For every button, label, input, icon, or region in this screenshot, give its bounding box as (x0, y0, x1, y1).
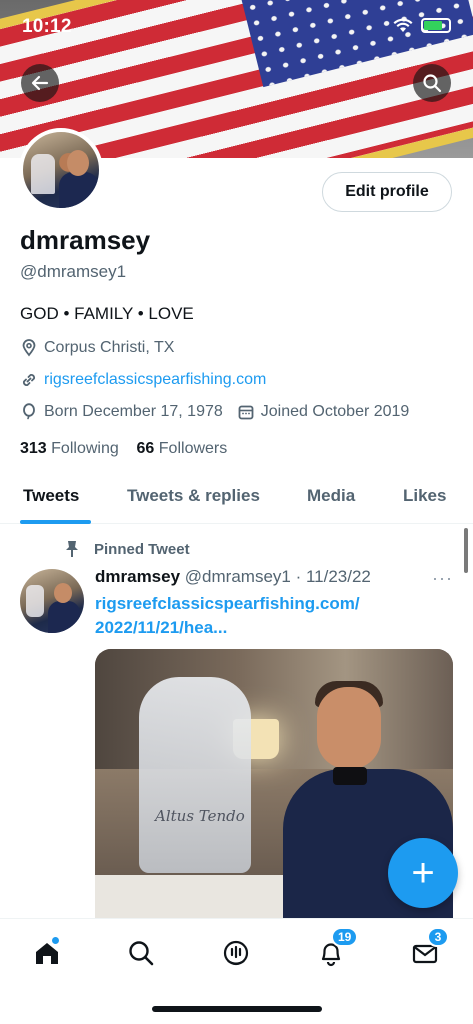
profile-avatar[interactable] (19, 128, 103, 212)
link-icon (23, 374, 35, 386)
compose-tweet-button[interactable]: + (388, 838, 458, 908)
followers-link[interactable]: 66 Followers (137, 440, 228, 457)
active-tab-indicator (20, 520, 91, 524)
nav-explore[interactable] (121, 933, 161, 973)
following-label: Following (51, 440, 119, 457)
back-arrow-icon (31, 75, 49, 91)
notifications-badge: 19 (331, 927, 359, 947)
calendar-icon (238, 405, 254, 420)
scrollbar[interactable] (464, 528, 468, 573)
user-handle: @dmramsey1 (20, 262, 127, 281)
search-icon (423, 74, 442, 93)
nav-home[interactable] (27, 933, 67, 973)
pinned-label: Pinned Tweet (94, 540, 190, 558)
location-pin-icon (22, 339, 36, 357)
nav-messages[interactable]: 3 (405, 927, 449, 973)
nav-notifications[interactable]: 19 (311, 927, 359, 973)
profile-tabs: Tweets Tweets & replies Media Likes (0, 472, 473, 524)
search-button[interactable] (413, 64, 451, 102)
battery-icon (421, 18, 451, 33)
pin-icon (66, 541, 78, 557)
location-text: Corpus Christi, TX (44, 339, 175, 356)
nav-spaces[interactable] (216, 933, 256, 973)
website-row[interactable]: rigsreefclassicspearfishing.com (20, 371, 266, 389)
joined-text: Joined October 2019 (260, 403, 410, 420)
back-button[interactable] (21, 64, 59, 102)
tweet-link[interactable]: rigsreefclassicspearfishing.com/ 2022/11… (95, 592, 435, 640)
tweet-author-name[interactable]: dmramsey (95, 567, 180, 586)
website-link[interactable]: rigsreefclassicspearfishing.com (44, 371, 266, 389)
pinned-indicator: Pinned Tweet (64, 540, 190, 558)
more-options-icon[interactable]: ··· (432, 568, 453, 589)
following-link[interactable]: 313 Following (20, 440, 119, 457)
location-row: Corpus Christi, TX (20, 339, 174, 357)
tweet-header: dmramsey @dmramsey1 · 11/23/22 (95, 567, 371, 587)
ice-sculpture: Altus Tendo (139, 677, 251, 873)
follow-counts: 313 Following 66 Followers (20, 440, 227, 458)
followers-count: 66 (136, 440, 155, 457)
status-time: 10:12 (22, 16, 72, 37)
tweet-link-line-2: 2022/11/21/hea... (95, 618, 228, 637)
display-name: dmramsey (20, 225, 151, 255)
wifi-icon (393, 18, 413, 32)
following-count: 313 (20, 440, 47, 457)
home-indicator (152, 1006, 322, 1012)
followers-label: Followers (158, 440, 228, 457)
tweet-avatar[interactable] (20, 569, 84, 633)
spaces-icon (223, 940, 249, 966)
messages-badge: 3 (427, 927, 449, 947)
status-bar: 10:12 (0, 0, 473, 58)
tab-media[interactable]: Media (307, 486, 355, 506)
edit-profile-button[interactable]: Edit profile (322, 172, 452, 212)
tweet-meta: @dmramsey1 · 11/23/22 (184, 567, 371, 586)
explore-icon (129, 941, 154, 966)
born-text: Born December 17, 1978 (44, 403, 223, 420)
bio: GOD • FAMILY • LOVE (20, 304, 194, 323)
tab-tweets-replies[interactable]: Tweets & replies (127, 486, 260, 506)
balloon-icon (23, 403, 35, 420)
home-unread-dot (51, 936, 60, 945)
tweet-link-line-1: rigsreefclassicspearfishing.com/ (95, 594, 360, 613)
status-icons (393, 18, 451, 33)
tab-tweets[interactable]: Tweets (23, 486, 79, 506)
dates-row: Born December 17, 1978 Joined October 20… (20, 403, 409, 421)
tab-likes[interactable]: Likes (403, 486, 446, 506)
ice-sculpture-caption: Altus Tendo (155, 807, 245, 825)
